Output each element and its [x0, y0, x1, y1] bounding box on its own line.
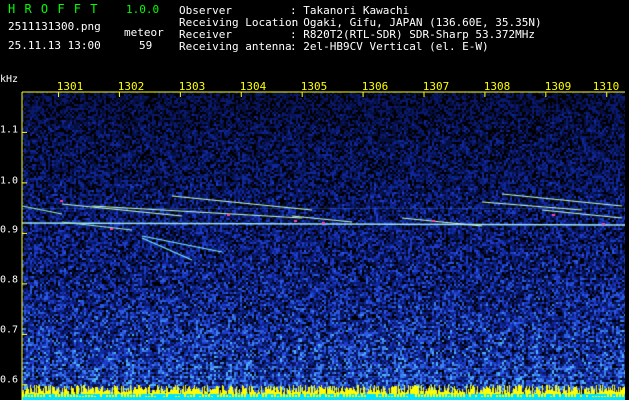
- mode-label: meteor: [124, 26, 164, 39]
- hroft-spectrogram-screen: H R O F F T 1.0.0 2511131300.png meteor …: [0, 0, 629, 400]
- file-name: 2511131300.png: [8, 20, 101, 33]
- meteor-count: 59: [139, 39, 153, 52]
- info-antenna-value: : 2el-HB9CV Vertical (el. E-W): [290, 40, 489, 53]
- spectrogram-canvas: [22, 92, 625, 400]
- app-version: 1.0.0: [126, 3, 160, 16]
- y-tick-label: 1.0: [0, 175, 19, 187]
- app-name: H R O F F T: [8, 2, 99, 16]
- y-tick-label: 0.7: [0, 324, 19, 336]
- y-tick-label: 1.1: [0, 124, 19, 136]
- y-tick-label: 0.8: [0, 274, 19, 286]
- y-axis-unit: kHz: [0, 74, 19, 85]
- date-time: 25.11.13 13:00: [8, 39, 101, 52]
- y-tick-label: 0.6: [0, 374, 19, 386]
- y-tick-label: 0.9: [0, 224, 19, 236]
- info-antenna-label: Receiving antenna: [179, 40, 292, 53]
